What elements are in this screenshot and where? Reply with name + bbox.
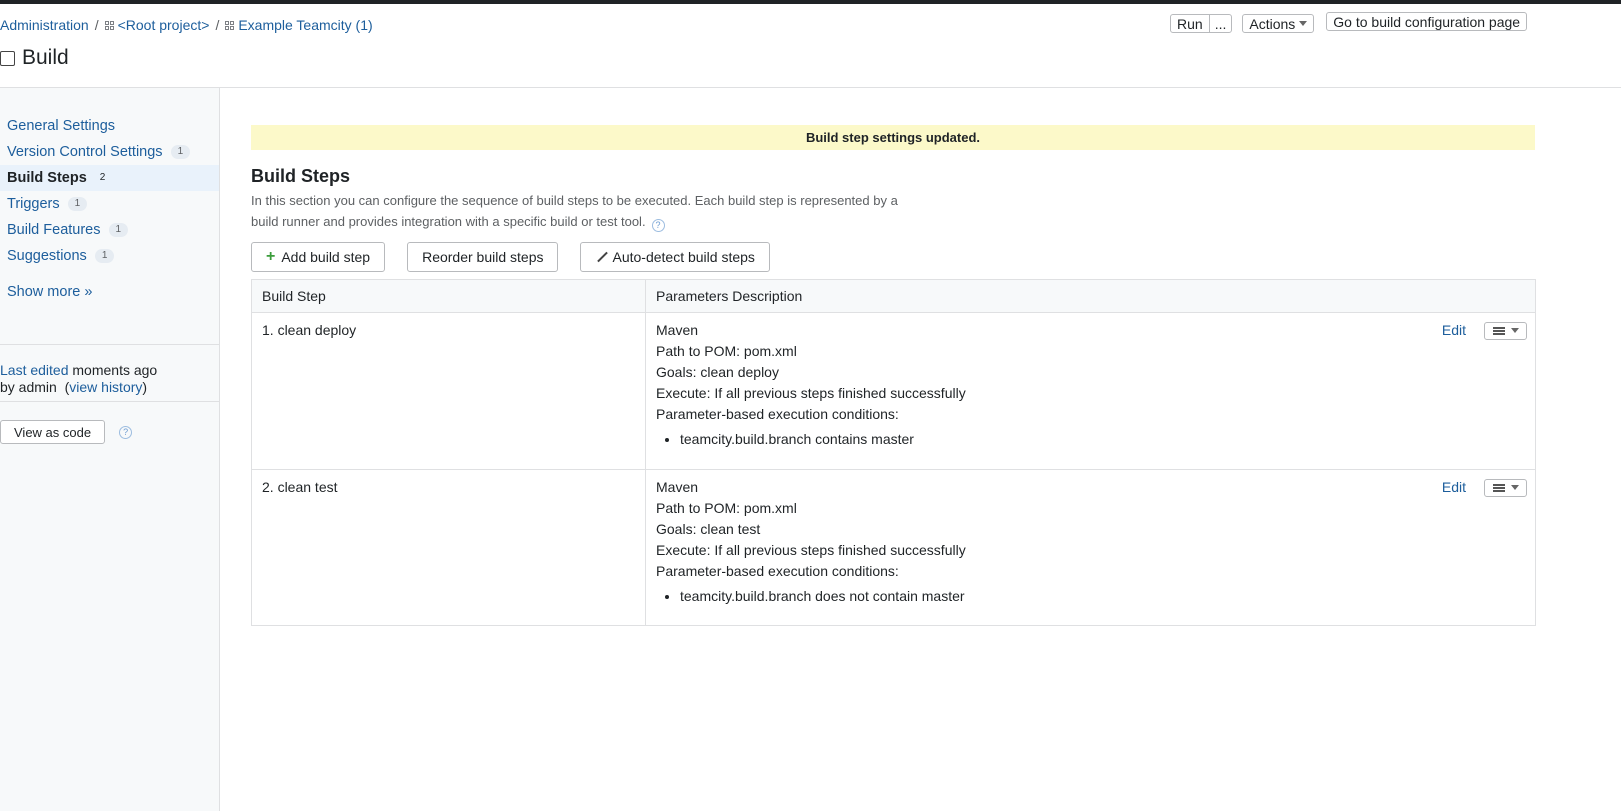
sidebar-item-label: Version Control Settings — [7, 144, 163, 160]
count-badge: 2 — [99, 172, 106, 183]
chevron-down-icon — [1510, 328, 1519, 333]
row-menu-button[interactable] — [1484, 478, 1527, 497]
help-icon[interactable]: ? — [651, 219, 665, 232]
goals: Goals: clean deploy — [656, 364, 779, 380]
select-checkbox[interactable] — [0, 50, 15, 66]
sidebar-item-label: Suggestions — [7, 248, 87, 264]
project-icon — [104, 21, 115, 31]
run-button[interactable]: Run — [1171, 15, 1209, 32]
last-edited-link[interactable]: Last edited — [0, 362, 69, 378]
breadcrumb: Administration / <Root project> / Exampl… — [0, 17, 373, 33]
column-header-parameters: Parameters Description — [645, 279, 1536, 313]
success-notice: Build step settings updated. — [251, 125, 1535, 150]
reorder-build-steps-button[interactable]: Reorder build steps — [407, 242, 559, 272]
view-history-link[interactable]: view history — [69, 379, 142, 395]
sidebar-item-build-steps[interactable]: Build Steps 2 — [0, 165, 219, 191]
edited-by: by admin — [0, 379, 57, 395]
table-row: 1. clean deploy Maven Path to POM: pom.x… — [251, 312, 1536, 470]
conditions-list: teamcity.build.branch contains master — [656, 429, 1525, 450]
step-name: 1. clean deploy — [251, 312, 646, 470]
breadcrumb-administration[interactable]: Administration — [0, 17, 89, 33]
step-name: 2. clean test — [251, 469, 646, 626]
table-header-row: Build Step Parameters Description — [251, 279, 1536, 313]
view-as-code-row: View as code ? — [0, 420, 133, 444]
sidebar-item-version-control-settings[interactable]: Version Control Settings 1 — [0, 139, 219, 165]
help-icon[interactable]: ? — [119, 425, 133, 439]
column-header-build-step: Build Step — [251, 279, 646, 313]
build-step-actions: + Add build step Reorder build steps Aut… — [251, 242, 792, 272]
row-actions: Edit — [1442, 320, 1527, 341]
sidebar-nav: General Settings Version Control Setting… — [0, 113, 219, 269]
pom-path: Path to POM: pom.xml — [656, 343, 797, 359]
section-title: Build Steps — [251, 166, 351, 186]
run-split-button: Run ... — [1170, 14, 1233, 33]
description-text: In this section you can configure the se… — [251, 193, 898, 229]
count-badge: 1 — [108, 223, 129, 237]
step-parameters: Maven Path to POM: pom.xml Goals: clean … — [645, 312, 1536, 470]
page-title: Build — [22, 46, 69, 69]
breadcrumb-root-project[interactable]: <Root project> — [118, 17, 210, 33]
breadcrumb-separator: / — [94, 17, 99, 33]
magic-wand-icon — [595, 251, 607, 263]
build-steps-table: Build Step Parameters Description 1. cle… — [251, 279, 1536, 626]
list-icon — [1492, 483, 1505, 492]
edit-link[interactable]: Edit — [1442, 477, 1466, 498]
view-as-code-button[interactable]: View as code — [0, 420, 106, 444]
last-edited-info: Last edited moments ago by admin (view h… — [0, 362, 158, 395]
chevron-down-icon — [1299, 21, 1308, 26]
sidebar-item-general-settings[interactable]: General Settings — [0, 113, 219, 139]
conditions-label: Parameter-based execution conditions: — [656, 406, 899, 422]
sidebar: General Settings Version Control Setting… — [0, 88, 220, 811]
chevron-down-icon — [1510, 485, 1519, 490]
row-actions: Edit — [1442, 477, 1527, 498]
sidebar-item-label: Build Steps — [7, 170, 87, 186]
add-build-step-button[interactable]: + Add build step — [251, 242, 386, 272]
count-badge: 1 — [67, 197, 88, 211]
plus-icon: + — [266, 248, 276, 265]
sidebar-item-suggestions[interactable]: Suggestions 1 — [0, 243, 219, 269]
sidebar-item-triggers[interactable]: Triggers 1 — [0, 191, 219, 217]
top-actions: Run ... Actions Go to build configuratio… — [1170, 12, 1528, 33]
section-description: In this section you can configure the se… — [251, 190, 911, 232]
conditions-list: teamcity.build.branch does not contain m… — [656, 586, 1525, 607]
sidebar-item-label: Build Features — [7, 222, 101, 238]
edit-link[interactable]: Edit — [1442, 320, 1466, 341]
sidebar-item-label: Triggers — [7, 196, 60, 212]
auto-detect-build-steps-button[interactable]: Auto-detect build steps — [580, 242, 770, 272]
actions-dropdown[interactable]: Actions — [1242, 14, 1315, 33]
list-icon — [1492, 326, 1505, 335]
table-row: 2. clean test Maven Path to POM: pom.xml… — [251, 469, 1536, 626]
run-options-button[interactable]: ... — [1208, 15, 1232, 32]
sidebar-divider — [0, 401, 219, 402]
count-badge: 1 — [170, 145, 191, 159]
row-menu-button[interactable] — [1484, 321, 1527, 340]
condition-item: teamcity.build.branch does not contain m… — [680, 586, 1525, 607]
actions-label: Actions — [1249, 15, 1296, 32]
last-edited-time: moments ago — [68, 362, 158, 378]
page-header: Build — [0, 46, 69, 70]
breadcrumb-example-project[interactable]: Example Teamcity (1) — [238, 17, 372, 33]
pom-path: Path to POM: pom.xml — [656, 500, 797, 516]
auto-detect-label: Auto-detect build steps — [612, 249, 755, 265]
header-divider — [0, 87, 1621, 88]
execute-policy: Execute: If all previous steps finished … — [656, 542, 966, 558]
goals: Goals: clean test — [656, 521, 761, 537]
count-badge: 1 — [94, 249, 115, 263]
project-icon — [225, 21, 235, 31]
step-parameters: Maven Path to POM: pom.xml Goals: clean … — [645, 469, 1536, 626]
sidebar-item-label: General Settings — [7, 118, 116, 134]
execute-policy: Execute: If all previous steps finished … — [656, 385, 966, 401]
show-more-link[interactable]: Show more » — [7, 284, 92, 300]
go-to-build-configuration-button[interactable]: Go to build configuration page — [1326, 12, 1528, 31]
runner-type: Maven — [656, 479, 699, 495]
sidebar-item-build-features[interactable]: Build Features 1 — [0, 217, 219, 243]
condition-item: teamcity.build.branch contains master — [680, 429, 1525, 450]
top-bar — [0, 0, 1621, 4]
runner-type: Maven — [656, 322, 699, 338]
breadcrumb-separator: / — [215, 17, 220, 33]
add-build-step-label: Add build step — [281, 249, 371, 265]
conditions-label: Parameter-based execution conditions: — [656, 563, 899, 579]
sidebar-divider — [0, 344, 219, 345]
